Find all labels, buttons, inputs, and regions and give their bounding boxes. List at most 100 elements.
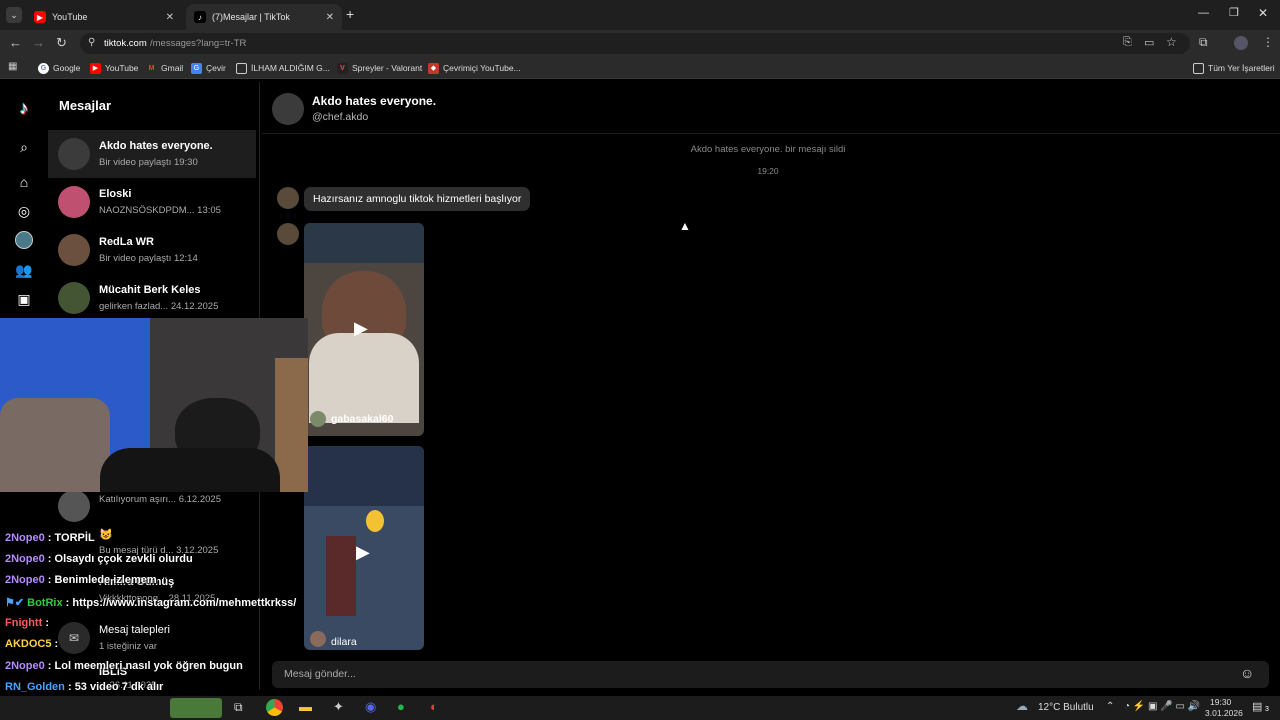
home-icon[interactable]: ⌂: [14, 172, 34, 192]
search-icon[interactable]: ⌕: [14, 137, 34, 157]
weather-icon: ☁: [1016, 699, 1028, 713]
browser-tab-bar: ⌄ ▶ YouTube ✕ ♪ (7)Mesajlar | TikTok ✕ +…: [0, 0, 1280, 30]
menu-icon[interactable]: ⋮: [1262, 35, 1274, 49]
tray-icons[interactable]: ◔ ⚡ ▣ 🎤 ▭ 🔊: [1124, 701, 1200, 712]
bookmark-spreyler[interactable]: V Spreyler - Valorant: [337, 61, 422, 75]
task-view-icon[interactable]: ⧉: [234, 700, 243, 715]
reload-icon[interactable]: ↻: [56, 35, 67, 51]
back-icon[interactable]: ←: [9, 35, 22, 50]
restore-icon[interactable]: ❐: [1229, 6, 1239, 19]
video-thumbnail-person: [326, 536, 356, 616]
taskbar-widget-thumbnail[interactable]: [170, 698, 222, 718]
avatar[interactable]: [277, 223, 299, 245]
tray-chevron-icon[interactable]: ⌃: [1106, 701, 1114, 712]
webcam-overlay: [0, 318, 308, 492]
address-bar[interactable]: ⚲ tiktok.com /messages?lang=tr-TR ⎘ ▭ ☆: [80, 33, 1190, 54]
close-tab-icon[interactable]: ✕: [166, 12, 174, 23]
weather-text[interactable]: 12°C Bulutlu: [1038, 702, 1094, 713]
bookmark-folder-ilham[interactable]: İLHAM ALDIĞIM G...: [236, 61, 330, 75]
bookmark-youtube[interactable]: ▶ YouTube: [90, 61, 138, 75]
close-tab-icon[interactable]: ✕: [326, 12, 334, 23]
bookmark-favicon-icon: ◆: [428, 62, 439, 74]
chat-header-name[interactable]: Akdo hates everyone.: [312, 94, 436, 108]
avatar[interactable]: [277, 187, 299, 209]
avatar[interactable]: [272, 93, 304, 125]
explore-icon[interactable]: ◎: [14, 201, 34, 221]
bookmark-google[interactable]: G Google: [38, 61, 80, 75]
live-icon[interactable]: ▣: [14, 289, 34, 309]
messages-title: Mesajlar: [59, 98, 112, 113]
tab-title: (7)Mesajlar | TikTok: [212, 12, 290, 22]
bookmark-cevrimici-youtube[interactable]: ◆ Çevrimiçi YouTube...: [428, 61, 521, 75]
avatar: [310, 411, 326, 427]
discord-icon[interactable]: ◉: [365, 699, 376, 715]
bot-badge-icon: ⚑✔: [5, 597, 25, 609]
chat-panel: Akdo hates everyone. @chef.akdo Akdo hat…: [262, 82, 1280, 690]
stream-chat-line: 2Nope0 : Olsaydı ççok zevkli olurdu: [5, 553, 193, 565]
translate-icon: G: [191, 62, 202, 74]
notification-count: 3: [1265, 706, 1269, 713]
tab-search-icon[interactable]: ⌄: [6, 7, 22, 23]
stream-chat-line: AKDOC5 :: [5, 638, 59, 650]
bookmark-gmail[interactable]: M Gmail: [146, 61, 184, 75]
url-path: /messages?lang=tr-TR: [150, 38, 247, 49]
clock-time[interactable]: 19:30: [1210, 697, 1231, 707]
bookmark-cevir[interactable]: G Çevir: [191, 61, 226, 75]
obs-icon[interactable]: ◐: [430, 699, 438, 714]
avatar: [58, 186, 90, 218]
conversation-item[interactable]: Eloski NAOZNSÖSKDPDM... 13:05: [48, 178, 256, 226]
shared-video-card[interactable]: ▶ dilara: [304, 446, 424, 650]
chrome-icon[interactable]: [266, 699, 283, 716]
forward-icon[interactable]: →: [32, 35, 45, 50]
close-window-icon[interactable]: ✕: [1258, 6, 1268, 20]
video-thumbnail: [304, 446, 424, 506]
tiktok-logo-icon[interactable]: ♪: [14, 98, 34, 118]
conversation-item[interactable]: Akdo hates everyone. Bir video paylaştı …: [48, 130, 256, 178]
file-explorer-icon[interactable]: ▬: [299, 699, 312, 714]
minimize-icon[interactable]: —: [1198, 7, 1209, 19]
folder-icon: [236, 62, 247, 74]
extensions-icon[interactable]: ⧉: [1199, 35, 1208, 50]
spotify-icon[interactable]: ●: [397, 699, 405, 714]
apps-icon[interactable]: ▦: [8, 61, 17, 72]
profile-avatar[interactable]: [1234, 36, 1248, 50]
bookmark-star-icon[interactable]: ☆: [1166, 35, 1177, 49]
all-bookmarks[interactable]: Tüm Yer İşaretleri: [1193, 61, 1275, 75]
shared-video-card[interactable]: ▶ gabasakal60: [304, 223, 424, 436]
play-icon[interactable]: ▶: [354, 318, 368, 339]
webcam-couch: [0, 398, 110, 492]
stream-chat-line: 2Nope0 : TORPİL: [5, 532, 95, 544]
following-icon[interactable]: 👥: [14, 260, 34, 280]
translate-icon[interactable]: ⎘: [1123, 36, 1132, 49]
new-tab-icon[interactable]: +: [346, 6, 354, 22]
message-composer[interactable]: Mesaj gönder... ☺: [272, 661, 1269, 688]
cast-icon[interactable]: ▭: [1144, 36, 1154, 49]
clock-date[interactable]: 3.01.2026: [1205, 708, 1243, 718]
webcam-boxes: [275, 358, 308, 492]
message-input[interactable]: Mesaj gönder...: [284, 668, 356, 680]
video-author: gabasakal60: [331, 413, 394, 425]
avatar: [58, 234, 90, 266]
tab-youtube[interactable]: ▶ YouTube ✕: [26, 4, 182, 30]
conversation-item[interactable]: RedLa WR Bir video paylaştı 12:14: [48, 226, 256, 274]
system-notice: Akdo hates everyone. bir mesajı sildi: [690, 144, 846, 155]
play-icon[interactable]: ▶: [356, 542, 370, 563]
tab-tiktok[interactable]: ♪ (7)Mesajlar | TikTok ✕: [186, 4, 342, 30]
chat-header-handle[interactable]: @chef.akdo: [312, 111, 368, 123]
video-author: dilara: [331, 636, 357, 648]
app-icon[interactable]: ✦: [333, 699, 344, 715]
notification-icon[interactable]: ▤: [1252, 700, 1262, 713]
stream-chat-line: ⚑✔ BotRix : https://www.instagram.com/me…: [5, 597, 297, 609]
conversation-item[interactable]: Mücahit Berk Keles gelirken fazlad... 24…: [48, 274, 256, 322]
tiktok-icon: ♪: [194, 11, 206, 23]
youtube-icon: ▶: [34, 11, 46, 23]
site-info-icon[interactable]: ⚲: [88, 37, 95, 48]
stream-chat-line: 2Nope0 : Benimlede izlemem: [5, 574, 157, 586]
message-requests[interactable]: ✉ Mesaj talepleri 1 isteğiniz var: [48, 614, 256, 662]
profile-avatar-icon[interactable]: [14, 230, 34, 250]
video-thumbnail: [304, 223, 424, 263]
mouse-cursor-icon: ▲: [679, 219, 691, 233]
valorant-icon: V: [337, 62, 348, 74]
message-timestamp: 19:20: [757, 166, 779, 176]
emoji-icon[interactable]: ☺: [1240, 665, 1254, 681]
